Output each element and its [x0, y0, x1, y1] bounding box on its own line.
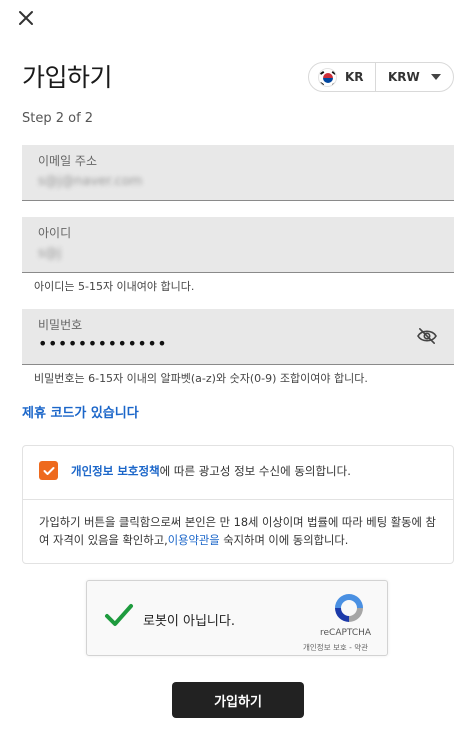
recaptcha-logo-icon	[335, 594, 363, 622]
close-icon	[19, 11, 33, 25]
marketing-consent-label: 에 따른 광고성 정보 수신에 동의합니다.	[159, 463, 351, 478]
consent-box: 개인정보 보호정책에 따른 광고성 정보 수신에 동의합니다. 가입하기 버튼을…	[22, 445, 454, 564]
terms-text: 가입하기 버튼을 클릭함으로써 본인은 만 18세 이상이며 법률에 따라 베팅…	[39, 514, 444, 550]
captcha-checkmark-icon[interactable]	[103, 601, 135, 631]
password-label: 비밀번호	[38, 318, 83, 332]
password-hint: 비밀번호는 6-15자 이내의 알파벳(a-z)와 숫자(0-9) 조합이여야 …	[34, 372, 368, 385]
step-indicator: Step 2 of 2	[22, 111, 94, 126]
recaptcha-widget: 로봇이 아닙니다. reCAPTCHA 개인정보 보호 - 약관	[86, 580, 388, 656]
marketing-consent-checkbox[interactable]	[39, 461, 58, 480]
email-label: 이메일 주소	[38, 154, 98, 168]
chevron-down-icon	[431, 74, 441, 80]
privacy-policy-link[interactable]: 개인정보 보호정책	[71, 464, 160, 478]
promo-code-link[interactable]: 제휴 코드가 있습니다	[22, 402, 139, 421]
terms-link[interactable]: 이용약관을	[168, 534, 220, 547]
password-value: •••••••••••••	[38, 334, 168, 353]
country-selector[interactable]: KR	[309, 63, 376, 91]
country-code: KR	[345, 70, 364, 84]
currency-selector[interactable]: KRW	[376, 63, 453, 91]
south-korea-flag-icon	[318, 67, 337, 87]
locale-selector: KR KRW	[308, 62, 454, 92]
recaptcha-links[interactable]: 개인정보 보호 - 약관	[303, 642, 368, 653]
email-value: s@j@naver.com	[38, 174, 143, 189]
recaptcha-brand: reCAPTCHA	[320, 628, 372, 638]
checkmark-icon	[43, 466, 54, 475]
page-title: 가입하기	[22, 63, 113, 92]
signup-submit-button[interactable]: 가입하기	[172, 682, 304, 718]
captcha-label: 로봇이 아닙니다.	[143, 614, 235, 629]
username-value: s@j	[38, 246, 62, 261]
close-button[interactable]	[14, 6, 38, 30]
username-label: 아이디	[38, 226, 72, 240]
eye-off-icon[interactable]	[416, 327, 438, 345]
username-field[interactable]: 아이디 s@j	[22, 217, 454, 273]
marketing-consent-row: 개인정보 보호정책에 따른 광고성 정보 수신에 동의합니다.	[39, 461, 351, 480]
email-field[interactable]: 이메일 주소 s@j@naver.com	[22, 145, 454, 201]
terms-text-after: 숙지하며 이에 동의합니다.	[219, 534, 349, 547]
username-hint: 아이디는 5-15자 이내여야 합니다.	[34, 280, 195, 293]
password-field[interactable]: 비밀번호 •••••••••••••	[22, 309, 454, 365]
marketing-consent-text: 개인정보 보호정책에 따른 광고성 정보 수신에 동의합니다.	[71, 463, 351, 479]
currency-code: KRW	[388, 70, 420, 84]
divider	[23, 499, 453, 500]
